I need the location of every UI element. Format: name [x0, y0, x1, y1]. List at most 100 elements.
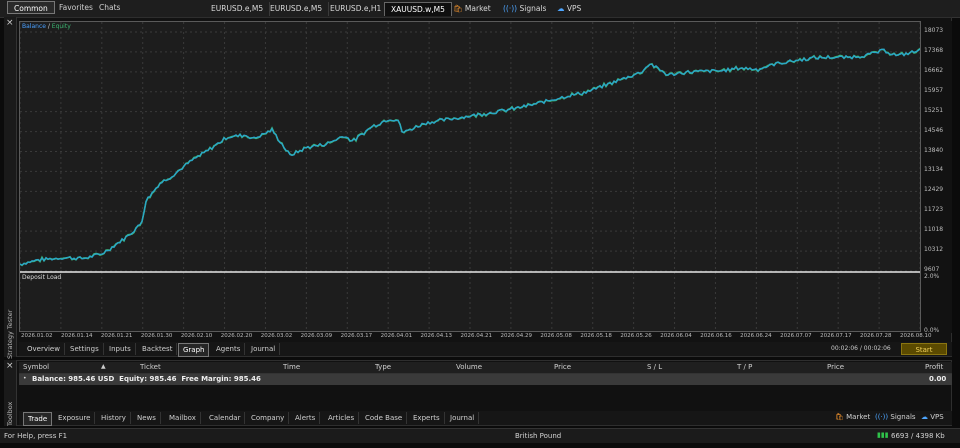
legend-balance: Balance [22, 23, 46, 30]
x-tick-label: 2026.03.02 [260, 333, 293, 339]
tab-agents[interactable]: Agents [212, 343, 246, 355]
y-tick-label: 16662 [924, 66, 944, 74]
chart-legend: Balance / Equity [22, 23, 71, 30]
y-tick-label: 11723 [924, 206, 944, 214]
start-button[interactable]: Start [901, 343, 947, 355]
x-tick-label: 2026.01.02 [21, 333, 53, 339]
toolbox-tabs-bar: Trade Exposure History News Mailbox Cale… [19, 411, 952, 426]
cloud-icon: ☁ [921, 413, 928, 421]
x-tick-label: 2026.03.09 [300, 333, 333, 339]
y-tick-label: 15957 [924, 86, 944, 94]
col-ticket[interactable]: Ticket [140, 363, 161, 371]
y-tick-label: 10312 [924, 246, 944, 254]
x-tick-label: 2026.01.21 [100, 333, 133, 339]
market-label: Market [464, 4, 491, 13]
close-icon[interactable]: × [6, 361, 14, 371]
deposit-load-label: Deposit Load [22, 274, 62, 281]
tab-overview[interactable]: Overview [23, 343, 65, 355]
col-type[interactable]: Type [375, 363, 391, 371]
status-bar: For Help, press F1 British Pound ▮▮▮ 669… [0, 428, 960, 443]
x-tick-label: 2026.03.17 [340, 333, 373, 339]
market-button[interactable]: 🛍 Market [453, 2, 491, 16]
x-tick-label: 2026.07.28 [860, 333, 892, 339]
tab-news[interactable]: News [133, 412, 161, 424]
signals-button[interactable]: ((·)) Signals [503, 2, 546, 16]
y-tick-label: 9607 [924, 266, 940, 273]
x-tick-label: 2026.01.14 [60, 333, 93, 339]
y-tick-label: 13134 [924, 166, 944, 174]
balance-summary: Balance: 985.46 USD Equity: 985.46 Free … [32, 375, 261, 383]
col-volume[interactable]: Volume [456, 363, 482, 371]
tab-common[interactable]: Common [7, 1, 55, 14]
tab-graph[interactable]: Graph [178, 343, 210, 357]
toolbox-signals-button[interactable]: ((·)) Signals [875, 413, 916, 421]
y-tick-label: 17368 [924, 46, 944, 54]
help-text: For Help, press F1 [4, 432, 68, 440]
x-tick-label: 2026.06.04 [660, 333, 692, 339]
x-tick-label: 2026.08.10 [900, 333, 932, 339]
bag-icon: 🛍 [835, 413, 844, 421]
col-profit[interactable]: Profit [925, 363, 943, 371]
trade-table-header: Symbol ▲ Ticket Time Type Volume Price S… [19, 362, 952, 374]
x-tick-label: 2026.05.08 [540, 333, 572, 339]
y-tick-label: 11018 [924, 226, 944, 234]
x-tick-label: 2026.04.29 [500, 333, 532, 339]
tab-alerts[interactable]: Alerts [291, 412, 321, 424]
x-tick-label: 2026.04.21 [460, 333, 493, 339]
tab-journal[interactable]: Journal [247, 343, 281, 355]
y-tick-label: 14546 [924, 126, 944, 134]
strategy-tester-label: Strategy Tester [6, 309, 14, 359]
y-tick-label: 15251 [924, 106, 944, 114]
tab-articles[interactable]: Articles [324, 412, 360, 424]
chart-tab-xauusd-m5[interactable]: XAUUSD.w,M5 [384, 2, 452, 16]
balance-equity-graph [20, 22, 920, 331]
vps-label: VPS [566, 4, 582, 13]
col-symbol[interactable]: Symbol [23, 363, 49, 371]
load-tick-label: 2.0% [924, 273, 940, 280]
col-time[interactable]: Time [283, 363, 300, 371]
tab-inputs[interactable]: Inputs [105, 343, 136, 355]
chart-tab-eurusd-h1[interactable]: EURUSD.e,H1 [324, 2, 389, 16]
tab-code-base[interactable]: Code Base [361, 412, 408, 424]
x-tick-label: 2026.07.17 [820, 333, 852, 339]
chart-tab-eurusd-m5-1[interactable]: EURUSD.e,M5 [205, 2, 271, 16]
x-tick-label: 2026.05.26 [620, 333, 652, 339]
tab-trade[interactable]: Trade [23, 412, 53, 426]
x-tick-label: 2026.07.07 [780, 333, 812, 339]
toolbox-vps-button[interactable]: ☁ VPS [921, 413, 944, 421]
tab-favorites[interactable]: Favorites [53, 1, 99, 14]
col-sl[interactable]: S / L [647, 363, 662, 371]
signals-label: Signals [519, 4, 547, 13]
strategy-tester-side-strip: × Strategy Tester [4, 17, 17, 359]
tab-chats[interactable]: Chats [93, 1, 126, 14]
tab-experts[interactable]: Experts [409, 412, 445, 424]
signal-icon: ((·)) [875, 413, 889, 421]
x-tick-label: 2026.05.18 [580, 333, 612, 339]
toolbox-market-label: Market [846, 413, 871, 421]
graph-plot-area: Balance / Equity Deposit Load [19, 21, 921, 332]
balance-row[interactable]: • Balance: 985.46 USD Equity: 985.46 Fre… [19, 374, 952, 385]
x-tick-label: 2026.04.01 [380, 333, 413, 339]
tab-journal-toolbox[interactable]: Journal [446, 412, 480, 424]
col-tp[interactable]: T / P [737, 363, 752, 371]
cloud-icon: ☁ [557, 4, 565, 13]
tab-exposure[interactable]: Exposure [54, 412, 96, 424]
y-tick-label: 13840 [924, 146, 944, 154]
tab-backtest[interactable]: Backtest [138, 343, 178, 355]
vps-button[interactable]: ☁ VPS [557, 2, 581, 16]
tab-history[interactable]: History [97, 412, 131, 424]
close-icon[interactable]: × [6, 18, 14, 28]
chart-tab-eurusd-m5-2[interactable]: EURUSD.e,M5 [264, 2, 330, 16]
col-price[interactable]: Price [554, 363, 571, 371]
toolbox-side-strip: × Toolbox [4, 360, 17, 426]
col-price-current[interactable]: Price [827, 363, 844, 371]
profit-total: 0.00 [929, 375, 947, 383]
bag-icon: 🛍 [453, 4, 463, 13]
tab-calendar[interactable]: Calendar [205, 412, 246, 424]
signal-icon: ((·)) [503, 4, 518, 13]
tab-settings[interactable]: Settings [66, 343, 104, 355]
tab-mailbox[interactable]: Mailbox [165, 412, 201, 424]
tab-company[interactable]: Company [247, 412, 290, 424]
profile-name[interactable]: British Pound [515, 432, 561, 440]
toolbox-market-button[interactable]: 🛍 Market [835, 413, 870, 421]
